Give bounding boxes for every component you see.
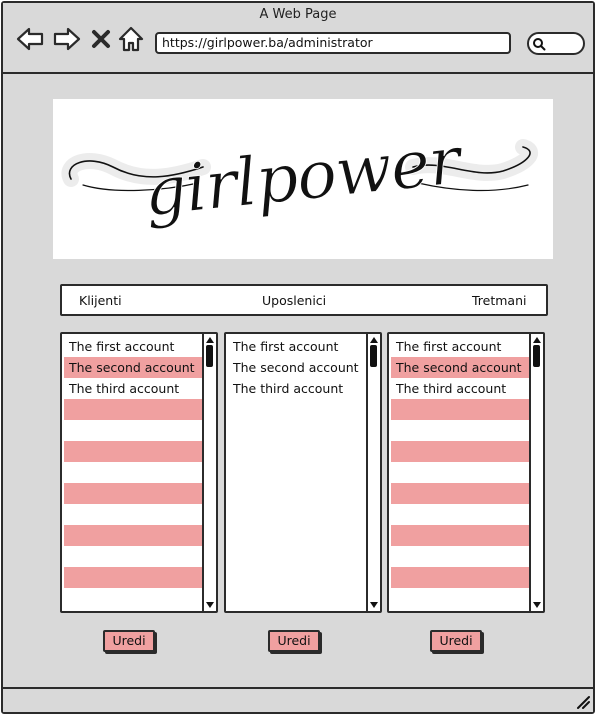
nav-link-uposlenici[interactable]: Uposlenici [262,293,326,308]
uposlenici-account-list[interactable]: The first account The second account The… [224,332,382,613]
list-item[interactable] [64,420,205,441]
edit-klijenti-button[interactable]: Uredi [103,630,155,652]
list-item[interactable]: The second account [391,357,532,378]
list-item[interactable] [391,567,532,588]
scroll-up-arrow-icon[interactable] [532,336,542,344]
nav-link-klijenti[interactable]: Klijenti [79,293,122,308]
scroll-down-arrow-icon[interactable] [369,601,379,609]
resize-grip-icon[interactable] [576,695,590,709]
vertical-scrollbar[interactable] [202,334,216,611]
scroll-up-arrow-icon[interactable] [205,336,215,344]
stop-close-icon[interactable] [89,24,113,54]
list-item[interactable] [391,462,532,483]
list-item[interactable]: The third account [228,378,369,399]
forward-arrow-icon[interactable] [52,24,82,54]
list-item[interactable] [391,399,532,420]
list-item[interactable]: The first account [64,336,205,357]
list-item[interactable] [64,441,205,462]
list-item[interactable] [391,441,532,462]
admin-nav-bar: Klijenti Uposlenici Tretmani [60,284,548,316]
scroll-down-arrow-icon[interactable] [205,601,215,609]
status-bar [3,687,593,712]
vertical-scrollbar[interactable] [529,334,543,611]
edit-tretmani-button[interactable]: Uredi [430,630,482,652]
scrollbar-thumb[interactable] [206,345,213,367]
vertical-scrollbar[interactable] [366,334,380,611]
list-item[interactable] [391,504,532,525]
list-item[interactable] [391,546,532,567]
list-item[interactable]: The first account [391,336,532,357]
list-item[interactable]: The second account [228,357,369,378]
scroll-up-arrow-icon[interactable] [369,336,379,344]
list-item[interactable]: The first account [228,336,369,357]
list-item[interactable] [391,525,532,546]
nav-link-tretmani[interactable]: Tretmani [472,293,527,308]
search-icon [533,38,546,51]
list-item[interactable]: The second account [64,357,205,378]
home-icon[interactable] [117,24,145,54]
list-item[interactable] [64,483,205,504]
list-item[interactable] [64,567,205,588]
browser-window: A Web Page https://girlpower.ba/administ… [1,1,595,714]
list-item[interactable] [64,504,205,525]
logo-text: girlpower [140,121,467,231]
list-item[interactable]: The third account [391,378,532,399]
logo-banner: girlpower [53,99,553,259]
list-item[interactable] [64,462,205,483]
search-field[interactable] [527,32,585,55]
list-item[interactable] [64,588,205,609]
list-item[interactable] [64,546,205,567]
address-bar[interactable]: https://girlpower.ba/administrator [155,32,511,54]
list-item[interactable] [391,420,532,441]
scroll-down-arrow-icon[interactable] [532,601,542,609]
back-arrow-icon[interactable] [15,24,45,54]
browser-toolbar: A Web Page https://girlpower.ba/administ… [3,3,593,74]
list-item[interactable] [391,483,532,504]
list-item[interactable] [64,399,205,420]
window-title: A Web Page [259,7,337,22]
list-item[interactable]: The third account [64,378,205,399]
edit-uposlenici-button[interactable]: Uredi [268,630,320,652]
scrollbar-thumb[interactable] [370,345,377,367]
scrollbar-thumb[interactable] [533,345,540,367]
klijenti-account-list[interactable]: The first account The second account The… [60,332,218,613]
list-item[interactable] [391,588,532,609]
tretmani-account-list[interactable]: The first account The second account The… [387,332,545,613]
list-item[interactable] [64,525,205,546]
